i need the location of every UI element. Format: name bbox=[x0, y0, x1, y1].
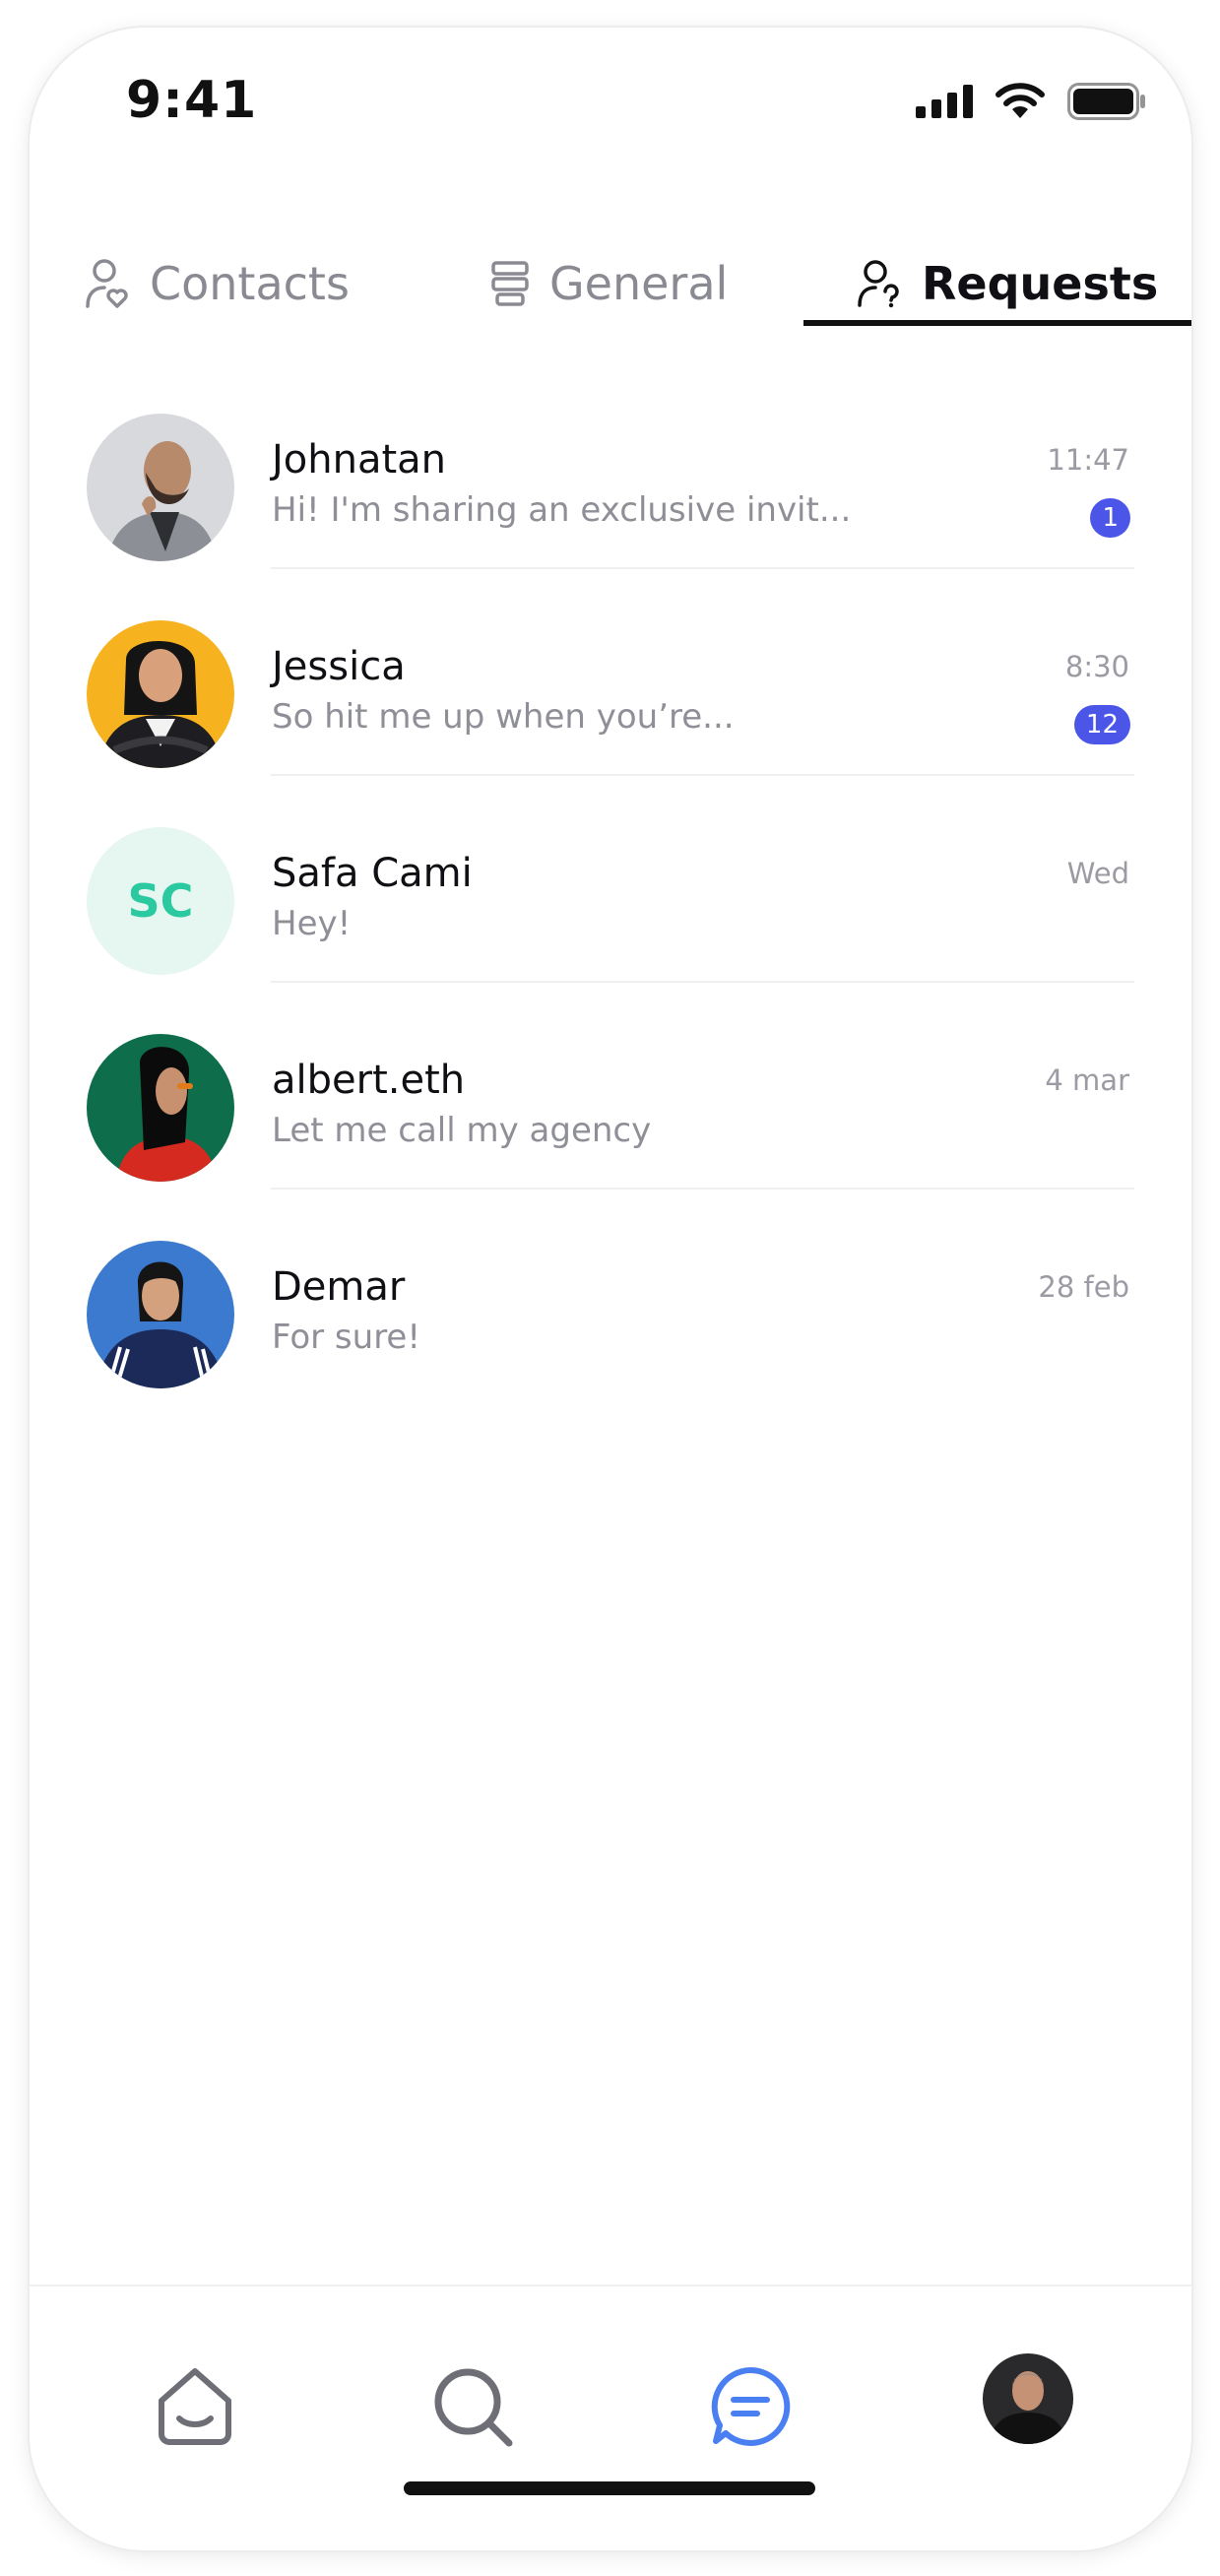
battery-icon bbox=[1067, 83, 1145, 120]
contact-name: Jessica bbox=[272, 644, 406, 689]
tab-bar: Contacts General Requests bbox=[30, 215, 1191, 353]
avatar-demar bbox=[87, 1241, 234, 1388]
stack-icon bbox=[491, 261, 529, 306]
tab-contacts[interactable]: Contacts bbox=[85, 215, 350, 353]
conversation-row[interactable]: Jessica So hit me up when you’re... 8:30… bbox=[30, 569, 1191, 776]
conversation-row[interactable]: Demar For sure! 28 feb bbox=[30, 1190, 1191, 1396]
status-time: 9:41 bbox=[126, 71, 258, 130]
message-preview: Let me call my agency bbox=[272, 1111, 652, 1150]
phone-frame: 9:41 Contacts General Requests Johnatan … bbox=[30, 28, 1191, 2550]
conversation-list: Johnatan Hi! I'm sharing an exclusive in… bbox=[30, 362, 1191, 1396]
person-question-icon bbox=[858, 260, 899, 308]
tab-general-label: General bbox=[549, 257, 729, 310]
person-heart-icon bbox=[86, 259, 128, 308]
status-bar: 9:41 bbox=[30, 28, 1191, 146]
message-preview: So hit me up when you’re... bbox=[272, 697, 735, 737]
chat-icon bbox=[711, 2366, 791, 2446]
active-tab-indicator bbox=[803, 320, 1191, 326]
conversation-row[interactable]: Johnatan Hi! I'm sharing an exclusive in… bbox=[30, 362, 1191, 569]
avatar bbox=[983, 2353, 1073, 2444]
message-preview: For sure! bbox=[272, 1318, 420, 1357]
contact-name: Demar bbox=[272, 1264, 406, 1310]
message-time: Wed bbox=[1066, 857, 1129, 890]
tab-general[interactable]: General bbox=[490, 215, 728, 353]
avatar-johnatan bbox=[87, 414, 234, 561]
message-preview: Hi! I'm sharing an exclusive invit... bbox=[272, 490, 852, 530]
conversation-row[interactable]: albert.eth Let me call my agency 4 mar bbox=[30, 983, 1191, 1190]
nav-chat-button[interactable] bbox=[703, 2359, 798, 2454]
home-indicator[interactable] bbox=[404, 2481, 815, 2495]
search-icon bbox=[434, 2368, 513, 2447]
cellular-signal-icon bbox=[916, 85, 973, 118]
message-time: 4 mar bbox=[1045, 1063, 1129, 1097]
home-icon bbox=[159, 2368, 231, 2445]
tab-contacts-label: Contacts bbox=[150, 257, 350, 310]
nav-home-button[interactable] bbox=[148, 2359, 242, 2454]
contact-name: Safa Cami bbox=[272, 851, 473, 896]
message-time: 28 feb bbox=[1038, 1270, 1129, 1304]
status-icons bbox=[916, 83, 1146, 120]
contact-name: albert.eth bbox=[272, 1058, 466, 1103]
nav-profile-avatar[interactable] bbox=[983, 2353, 1073, 2444]
wifi-icon bbox=[995, 83, 1045, 118]
tab-requests[interactable]: Requests bbox=[857, 215, 1158, 353]
avatar-initials: SC bbox=[87, 827, 234, 975]
contact-name: Johnatan bbox=[272, 437, 447, 483]
unread-badge: 12 bbox=[1073, 705, 1130, 744]
conversation-row[interactable]: SC Safa Cami Hey! Wed bbox=[30, 776, 1191, 983]
tab-requests-label: Requests bbox=[922, 257, 1159, 310]
unread-badge: 1 bbox=[1090, 498, 1130, 538]
message-time: 8:30 bbox=[1064, 650, 1129, 683]
bottom-nav bbox=[30, 2285, 1191, 2550]
avatar-jessica bbox=[87, 620, 234, 768]
message-time: 11:47 bbox=[1047, 443, 1129, 477]
avatar-albert bbox=[87, 1034, 234, 1182]
message-preview: Hey! bbox=[272, 904, 352, 943]
nav-search-button[interactable] bbox=[425, 2359, 520, 2454]
